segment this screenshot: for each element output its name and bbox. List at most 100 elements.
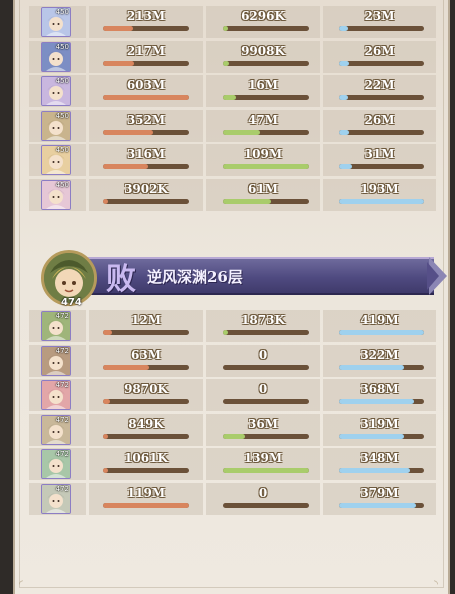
damage-dealt-cell: 849K	[89, 413, 203, 446]
healing-bar	[339, 330, 424, 335]
damage-dealt-value: 3902K	[124, 181, 168, 196]
banner-arrow-inner	[427, 262, 439, 290]
damage-dealt-value: 603M	[126, 78, 166, 92]
damage-dealt-bar-fill	[103, 60, 134, 66]
hero-portrait-icon[interactable]: 472	[41, 483, 71, 514]
healing-cell: 319M	[323, 413, 436, 446]
damage-taken-cell: 16M	[206, 75, 320, 107]
healing-bar-fill	[339, 330, 424, 335]
damage-dealt-bar-fill	[103, 129, 153, 135]
damage-dealt-cell: 119M	[89, 482, 203, 515]
healing-cell: 193M	[323, 178, 436, 211]
battle-result-label: 败	[106, 262, 136, 297]
hero-cell: 450	[29, 144, 86, 176]
hero-stat-row: 450 217M 9908K 26M	[29, 40, 436, 73]
hero-portrait-icon[interactable]: 450	[41, 76, 71, 106]
damage-dealt-bar	[103, 164, 189, 169]
damage-taken-bar-fill	[223, 129, 260, 135]
hero-cell: 472	[29, 413, 86, 446]
healing-value: 193M	[360, 181, 399, 196]
hero-level: 450	[55, 8, 69, 16]
damage-taken-value: 36M	[248, 416, 278, 431]
healing-bar	[339, 364, 424, 370]
healing-value: 23M	[364, 9, 395, 23]
healing-cell: 23M	[323, 6, 436, 38]
hero-stat-row: 450 213M 6296K 23M	[29, 6, 436, 38]
hero-level: 450	[55, 42, 69, 51]
damage-taken-value: 9908K	[241, 43, 285, 58]
damage-dealt-value: 63M	[131, 347, 161, 362]
hero-portrait-icon[interactable]: 450	[41, 7, 71, 37]
hero-cell: 450	[29, 40, 86, 73]
damage-dealt-cell: 213M	[89, 6, 203, 38]
damage-taken-value: 1873K	[241, 313, 285, 327]
healing-bar	[339, 26, 424, 31]
damage-dealt-bar	[103, 26, 189, 31]
hero-portrait-icon[interactable]: 450	[41, 145, 71, 175]
hero-portrait-icon[interactable]: 472	[41, 345, 71, 376]
damage-dealt-bar-fill	[103, 330, 112, 335]
healing-cell: 31M	[323, 144, 436, 176]
hero-level: 472	[55, 415, 69, 424]
damage-taken-bar	[223, 399, 309, 404]
damage-dealt-bar-fill	[103, 26, 134, 31]
damage-dealt-bar	[103, 60, 189, 66]
healing-bar-fill	[339, 164, 352, 169]
hero-portrait-icon[interactable]: 472	[41, 414, 71, 445]
healing-bar	[339, 164, 424, 169]
damage-taken-value: 47M	[248, 112, 278, 127]
damage-dealt-cell: 603M	[89, 75, 203, 107]
damage-dealt-bar	[103, 198, 189, 204]
hero-portrait-icon[interactable]: 450	[41, 41, 71, 72]
damage-taken-bar-fill	[223, 198, 272, 204]
damage-taken-bar-fill	[223, 164, 309, 169]
damage-taken-bar	[223, 468, 309, 473]
healing-bar	[339, 129, 424, 135]
damage-taken-bar	[223, 164, 309, 169]
hero-portrait-icon[interactable]: 472	[41, 449, 71, 479]
damage-taken-value: 139M	[243, 451, 283, 465]
battle-result-banner[interactable]: 474 败 逆风深渊26层	[29, 250, 449, 310]
hero-portrait-icon[interactable]: 450	[41, 110, 71, 141]
hero-stat-row: 450 352M 47M 26M	[29, 109, 436, 142]
damage-taken-value: 6296K	[241, 9, 285, 23]
hero-cell: 450	[29, 6, 86, 38]
hero-portrait-icon[interactable]: 472	[41, 311, 71, 341]
damage-dealt-cell: 12M	[89, 310, 203, 342]
damage-dealt-value: 9870K	[124, 382, 168, 396]
damage-taken-bar	[223, 198, 309, 204]
healing-bar-fill	[339, 399, 414, 404]
damage-taken-bar-fill	[223, 433, 246, 439]
healing-bar	[339, 60, 424, 66]
damage-taken-cell: 9908K	[206, 40, 320, 73]
damage-dealt-bar	[103, 364, 189, 370]
damage-dealt-bar	[103, 502, 189, 508]
healing-bar-fill	[339, 129, 350, 135]
healing-cell: 322M	[323, 344, 436, 377]
healing-cell: 26M	[323, 109, 436, 142]
healing-bar	[339, 198, 424, 204]
damage-taken-value: 61M	[248, 181, 278, 196]
damage-taken-cell: 6296K	[206, 6, 320, 38]
damage-dealt-bar-fill	[103, 164, 148, 169]
healing-value: 419M	[360, 313, 399, 327]
damage-dealt-bar-fill	[103, 433, 109, 439]
hero-cell: 472	[29, 448, 86, 480]
hero-portrait-icon[interactable]: 472	[41, 380, 71, 410]
damage-dealt-value: 316M	[126, 147, 166, 161]
healing-bar-fill	[339, 26, 348, 31]
corner-ornament-icon: ◜	[19, 579, 23, 590]
hero-cell: 472	[29, 310, 86, 342]
hero-portrait-icon[interactable]: 450	[41, 179, 71, 210]
healing-cell: 419M	[323, 310, 436, 342]
damage-taken-cell: 0	[206, 379, 320, 411]
corner-ornament-icon: ◝	[434, 579, 438, 590]
damage-taken-bar	[223, 129, 309, 135]
damage-taken-cell: 1873K	[206, 310, 320, 342]
damage-dealt-bar	[103, 330, 189, 335]
damage-taken-value: 0	[258, 382, 268, 396]
damage-taken-value: 0	[258, 485, 268, 500]
damage-dealt-value: 217M	[126, 43, 166, 58]
damage-taken-bar-fill	[223, 330, 229, 335]
healing-value: 322M	[360, 347, 399, 362]
